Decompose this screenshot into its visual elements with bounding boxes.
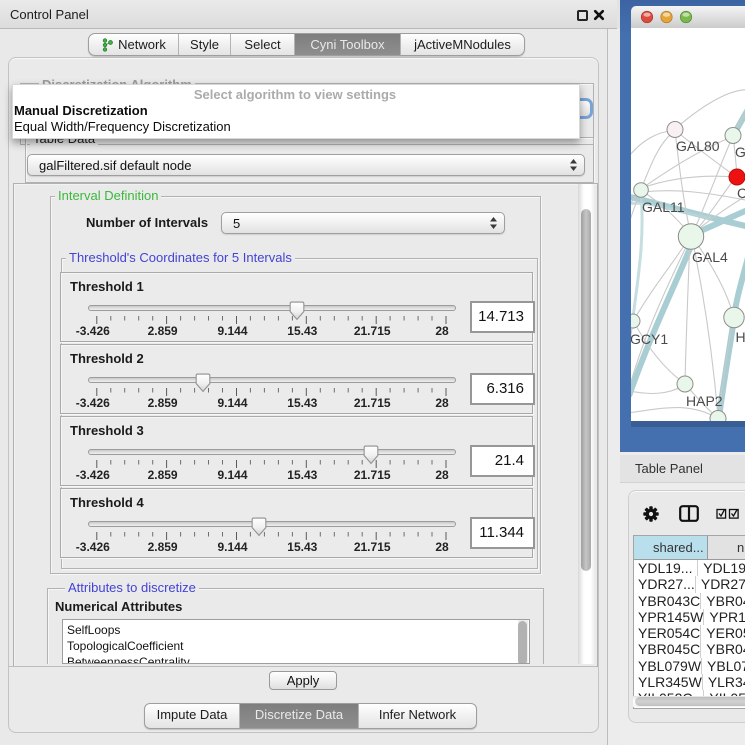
svg-text:C: C <box>737 185 745 201</box>
svg-text:G.: G. <box>735 144 745 160</box>
svg-text:GAL11: GAL11 <box>642 199 685 215</box>
svg-text:GCY1: GCY1 <box>631 331 668 347</box>
svg-text:GAL4: GAL4 <box>692 249 728 265</box>
svg-text:GAL80: GAL80 <box>676 138 720 154</box>
svg-text:H: H <box>736 329 745 345</box>
svg-text:HAP2: HAP2 <box>686 393 723 409</box>
